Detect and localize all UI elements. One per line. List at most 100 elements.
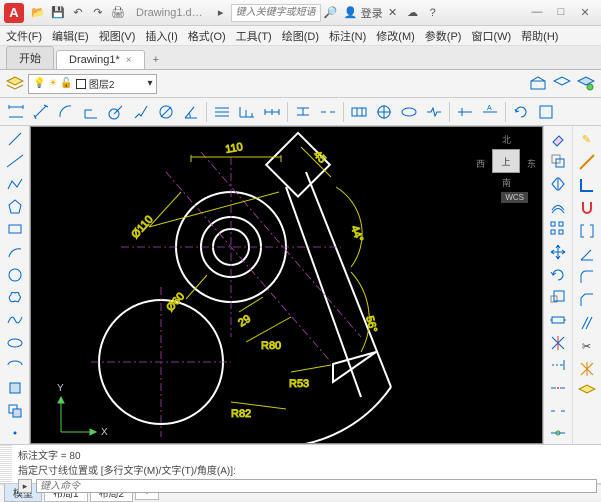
layer-combo[interactable]: 💡 ☀ 🔓 图层2 ▾ [28,74,157,94]
ellipse-tool-icon[interactable] [3,332,27,354]
dim-diameter-icon[interactable] [154,100,178,124]
layer-state-icon[interactable] [527,73,549,95]
trim-icon[interactable] [546,332,570,354]
offset-icon[interactable] [546,196,570,218]
layer-prev-icon[interactable] [575,73,597,95]
dim-radius-icon[interactable] [104,100,128,124]
mirror-icon[interactable] [546,173,570,195]
tab-drawing[interactable]: Drawing1*× [56,50,145,69]
dim-jog-line-icon[interactable] [422,100,446,124]
chamfer-icon[interactable] [575,289,599,311]
dim-arc-icon[interactable] [54,100,78,124]
copy-icon[interactable] [546,151,570,173]
line-tool-icon[interactable] [3,128,27,150]
polygon-tool-icon[interactable] [3,196,27,218]
explode-icon[interactable] [575,358,599,380]
help-icon[interactable]: ? [424,4,442,22]
scale-icon[interactable] [546,286,570,308]
break-icon[interactable] [546,400,570,422]
print-icon[interactable]: 🖨 [109,4,127,22]
dim-ordinate-icon[interactable] [79,100,103,124]
fillet-icon[interactable] [575,266,599,288]
bracket-icon[interactable] [575,220,599,242]
restore-button[interactable]: □ [549,6,573,19]
magnet-icon[interactable] [575,197,599,219]
layer-match-icon[interactable] [575,381,599,403]
redo-icon[interactable]: ↷ [89,4,107,22]
login-link[interactable]: 登录 [361,5,383,21]
close-tab-icon[interactable]: × [126,55,132,66]
dim-quick-icon[interactable] [210,100,234,124]
point-tool-icon[interactable] [3,422,27,444]
menu-help[interactable]: 帮助(H) [521,28,558,44]
pencil-icon[interactable]: ✎ [575,128,599,150]
tolerance-icon[interactable] [347,100,371,124]
circle-tool-icon[interactable] [3,264,27,286]
dim-break-icon[interactable] [316,100,340,124]
menu-parametric[interactable]: 参数(P) [425,28,462,44]
command-bar-handle[interactable] [0,445,12,483]
parallel-icon[interactable] [575,312,599,334]
command-chevron-icon[interactable]: ▸ [18,479,32,493]
menu-dimension[interactable]: 标注(N) [329,28,366,44]
inspect-icon[interactable] [397,100,421,124]
dim-space-icon[interactable] [291,100,315,124]
drawing-canvas[interactable]: Ø110 Ø60 110 45 44° 56° 29 R80 R53 R82 [30,126,543,444]
search-go-icon[interactable]: 🔎 [322,4,340,22]
viewcube-top[interactable]: 上 [492,149,520,173]
layer-properties-icon[interactable] [4,73,26,95]
move-icon[interactable] [546,241,570,263]
menu-edit[interactable]: 编辑(E) [52,28,89,44]
array-icon[interactable] [546,219,570,241]
app-icon[interactable]: A [4,3,24,23]
tab-start[interactable]: 开始 [6,46,54,69]
join-icon[interactable] [546,422,570,444]
layer-iso-icon[interactable] [551,73,573,95]
menu-view[interactable]: 视图(V) [99,28,136,44]
menu-modify[interactable]: 修改(M) [376,28,415,44]
polyline-tool-icon[interactable] [3,173,27,195]
undo-icon[interactable]: ↶ [69,4,87,22]
menu-draw[interactable]: 绘图(D) [282,28,319,44]
dim-aligned-icon[interactable] [29,100,53,124]
dim-baseline-icon[interactable] [235,100,259,124]
spline-tool-icon[interactable] [3,309,27,331]
dim-tedit-icon[interactable]: A [478,100,502,124]
menu-insert[interactable]: 插入(I) [145,28,177,44]
dim-angular-icon[interactable] [179,100,203,124]
center-mark-icon[interactable] [372,100,396,124]
save-icon[interactable]: 💾 [49,4,67,22]
rotate-icon[interactable] [546,264,570,286]
ellipse-arc-icon[interactable] [3,354,27,376]
cloud-icon[interactable]: ☁ [404,4,422,22]
construction-line-icon[interactable] [575,151,599,173]
dim-style-icon[interactable] [534,100,558,124]
menu-tools[interactable]: 工具(T) [236,28,272,44]
insert-block-icon[interactable] [3,377,27,399]
exchange-icon[interactable]: ✕ [384,4,402,22]
dim-jogged-icon[interactable] [129,100,153,124]
user-icon[interactable]: 👤 [342,4,360,22]
menu-file[interactable]: 文件(F) [6,28,42,44]
dim-continue-icon[interactable] [260,100,284,124]
dropdown-icon[interactable]: ▸ [212,4,230,22]
open-icon[interactable]: 📂 [29,4,47,22]
dim-linear-icon[interactable] [4,100,28,124]
angle-snap-icon[interactable] [575,243,599,265]
search-input[interactable] [231,4,321,22]
dim-update-icon[interactable] [509,100,533,124]
dim-edit-icon[interactable] [453,100,477,124]
menu-format[interactable]: 格式(O) [188,28,226,44]
wcs-label[interactable]: WCS [501,192,528,203]
command-input[interactable] [36,479,597,493]
xline-tool-icon[interactable] [3,151,27,173]
minimize-button[interactable]: — [525,6,549,19]
new-tab-button[interactable]: + [147,51,165,69]
rectangle-tool-icon[interactable] [3,219,27,241]
arc-tool-icon[interactable] [3,241,27,263]
erase-icon[interactable] [546,128,570,150]
menu-window[interactable]: 窗口(W) [471,28,511,44]
stretch-icon[interactable] [546,309,570,331]
revcloud-tool-icon[interactable] [3,286,27,308]
extend-icon[interactable] [546,354,570,376]
